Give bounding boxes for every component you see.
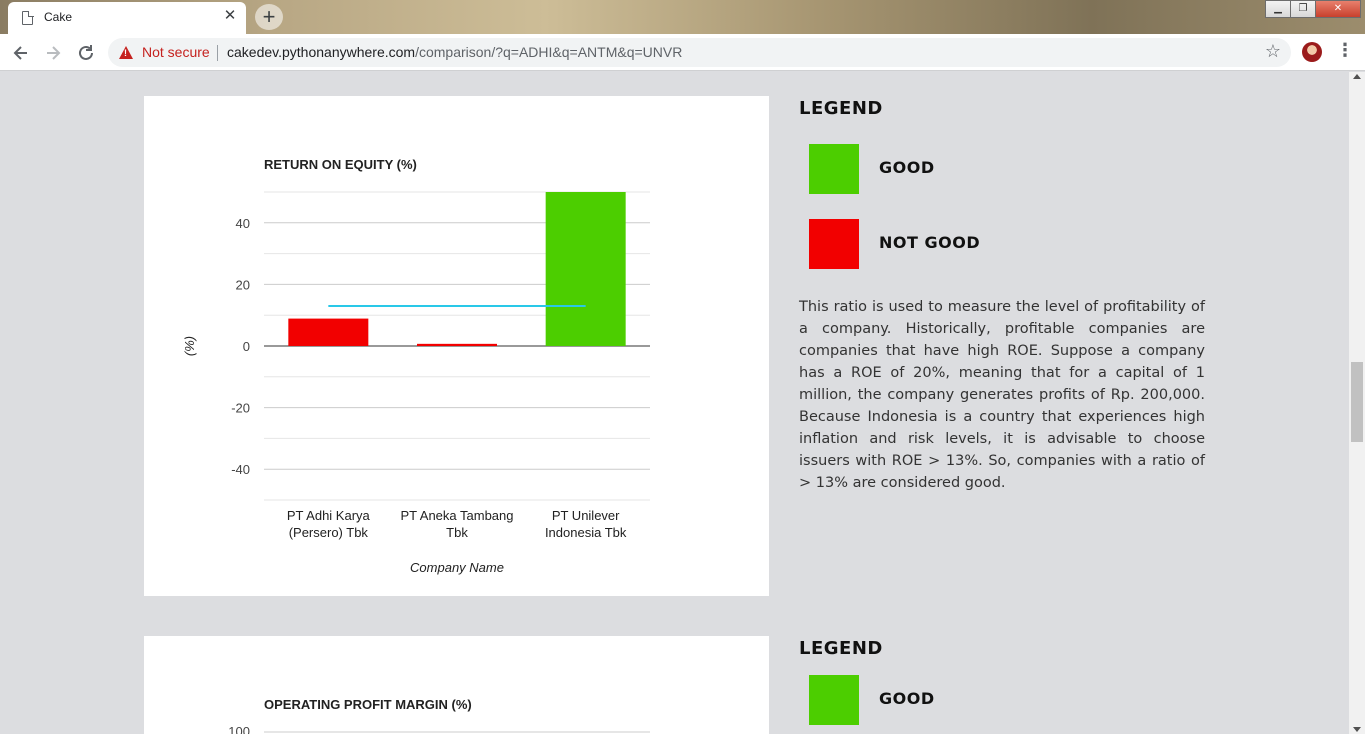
category-label: Indonesia Tbk (545, 525, 627, 540)
opm-legend: LEGEND GOOD (799, 638, 1205, 725)
profile-avatar[interactable] (1302, 42, 1322, 62)
url-host: cakedev.pythonanywhere.com (227, 44, 416, 60)
roe-chart: RETURN ON EQUITY (%) 40 20 0 -20 -40 PT Adhi… (182, 157, 650, 575)
category-label: (Persero) Tbk (289, 525, 369, 540)
url-text[interactable]: cakedev.pythonanywhere.com/comparison/?q… (227, 44, 682, 60)
y-tick-label: -20 (231, 401, 250, 416)
not-good-swatch (809, 219, 859, 269)
legend-title: LEGEND (799, 638, 883, 659)
close-window-button[interactable]: ✕ (1315, 0, 1361, 18)
scroll-up-icon[interactable] (1353, 74, 1361, 79)
y-tick-label: 40 (236, 216, 250, 231)
good-swatch (809, 675, 859, 725)
category-label: PT Unilever (552, 508, 620, 523)
category-label: PT Aneka Tambang (401, 508, 514, 523)
opm-chart: OPERATING PROFIT MARGIN (%) 100 (228, 697, 650, 734)
security-status[interactable]: Not secure (142, 44, 210, 60)
y-axis-label: (%) (182, 336, 197, 356)
warning-icon[interactable] (119, 46, 133, 59)
window-titlebar: Cake ✕ + ▁ ❐ ✕ (0, 0, 1365, 34)
divider (217, 45, 218, 61)
legend-good-row: GOOD (799, 144, 1205, 194)
y-tick-label: 20 (236, 277, 250, 292)
category-label: Tbk (446, 525, 468, 540)
page-icon (22, 10, 34, 25)
not-good-label: NOT GOOD (879, 233, 981, 252)
good-label: GOOD (879, 689, 935, 708)
tab-title: Cake (44, 10, 73, 24)
bar (417, 343, 497, 346)
bar (545, 192, 626, 346)
browser-toolbar: Not secure cakedev.pythonanywhere.com/co… (0, 34, 1365, 71)
restore-button[interactable]: ❐ (1290, 0, 1316, 18)
vertical-scrollbar[interactable] (1349, 72, 1365, 734)
new-tab-button[interactable]: + (255, 4, 283, 30)
good-label: GOOD (879, 158, 935, 177)
scroll-thumb[interactable] (1351, 362, 1363, 442)
url-path: /comparison/?q=ADHI&q=ANTM&q=UNVR (415, 44, 683, 60)
roe-legend: LEGEND GOOD NOT GOOD This ratio is used … (799, 98, 1205, 494)
chart-title: OPERATING PROFIT MARGIN (%) (264, 697, 472, 712)
y-tick-label: 100 (228, 724, 250, 734)
minimize-button[interactable]: ▁ (1265, 0, 1291, 18)
forward-icon[interactable] (42, 42, 64, 64)
reload-icon[interactable] (75, 42, 97, 64)
legend-not-good-row: NOT GOOD (799, 219, 1205, 269)
chart-title: RETURN ON EQUITY (%) (264, 157, 417, 172)
y-tick-label: 0 (243, 339, 250, 354)
legend-title: LEGEND (799, 98, 883, 119)
roe-chart-card: RETURN ON EQUITY (%) 40 20 0 -20 -40 PT Adhi… (144, 96, 769, 596)
category-label: PT Adhi Karya (287, 508, 371, 523)
window-controls: ▁ ❐ ✕ (1265, 0, 1361, 18)
bookmark-star-icon[interactable]: ☆ (1265, 41, 1281, 62)
back-icon[interactable] (10, 42, 32, 64)
good-swatch (809, 144, 859, 194)
bar (288, 318, 369, 346)
legend-good-row: GOOD (799, 675, 1205, 725)
page-content: RETURN ON EQUITY (%) 40 20 0 -20 -40 PT Adhi… (0, 72, 1349, 734)
address-bar[interactable]: Not secure cakedev.pythonanywhere.com/co… (108, 38, 1291, 67)
scroll-down-icon[interactable] (1353, 727, 1361, 732)
y-tick-label: -40 (231, 462, 250, 477)
x-axis-label: Company Name (410, 560, 504, 575)
opm-chart-card: OPERATING PROFIT MARGIN (%) 100 (144, 636, 769, 734)
roe-description: This ratio is used to measure the level … (799, 299, 1205, 491)
close-tab-icon[interactable]: ✕ (222, 8, 238, 24)
more-menu-icon[interactable]: ⋮ (1336, 40, 1354, 61)
browser-tab[interactable]: Cake ✕ (8, 2, 246, 34)
